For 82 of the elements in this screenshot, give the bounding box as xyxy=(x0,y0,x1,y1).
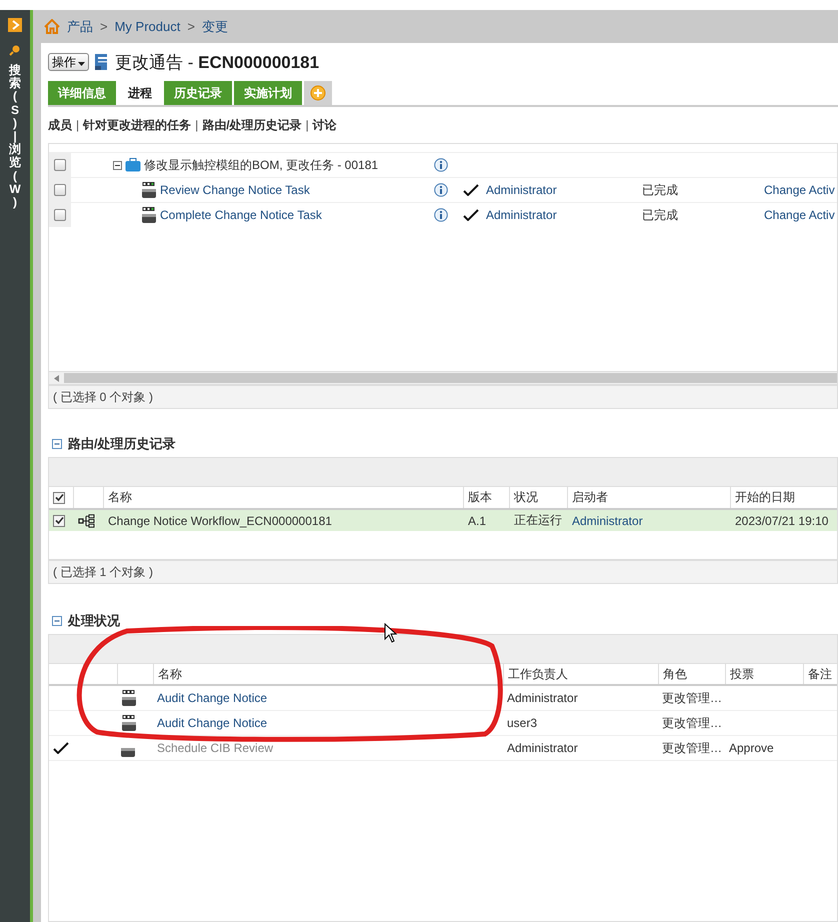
column-header[interactable]: 版本 xyxy=(463,487,509,508)
column-header[interactable]: 投票 xyxy=(725,664,803,684)
task-icon xyxy=(141,206,157,224)
role-cell-text: 更改管理… xyxy=(661,740,723,756)
activity-text: Change Activ xyxy=(764,183,835,197)
breadcrumb-link[interactable]: 变更 xyxy=(202,18,228,36)
task-icon xyxy=(121,690,137,706)
status-text: 已完成 xyxy=(642,182,678,196)
section-link[interactable]: 针对更改进程的任务 xyxy=(83,116,192,134)
mouse-cursor-icon xyxy=(384,623,398,643)
row-checkbox[interactable] xyxy=(54,184,66,196)
selection-count: ( 已选择 0 个对象 ) xyxy=(48,385,838,409)
section-link[interactable]: 路由/处理历史记录 xyxy=(202,116,302,134)
task-icon xyxy=(121,714,137,732)
workflow-name[interactable]: Change Notice Workflow_ECN000000181 xyxy=(103,510,463,531)
status-cell-text: 正在运行 xyxy=(513,512,563,529)
briefcase-icon xyxy=(125,158,141,172)
start-date-cell-text: 2023/07/21 19:10 xyxy=(734,512,830,530)
row-checkbox[interactable] xyxy=(54,209,66,221)
info-icon[interactable] xyxy=(434,183,448,197)
role-cell-text: 更改管理… xyxy=(661,714,723,732)
document-icon xyxy=(94,53,110,71)
link-separator: | xyxy=(306,118,309,132)
collapse-icon[interactable] xyxy=(52,439,62,449)
collapse-icon[interactable] xyxy=(52,616,62,626)
breadcrumb-link[interactable]: 产品 xyxy=(67,18,93,36)
column-header[interactable]: 开始的日期 xyxy=(730,487,837,508)
column-header[interactable]: 名称 xyxy=(153,664,503,684)
status-text: 已完成 xyxy=(642,208,678,222)
breadcrumb-link[interactable]: My Product xyxy=(114,19,180,34)
scroll-left-arrow-icon[interactable] xyxy=(54,374,59,382)
version-cell-text: A.1 xyxy=(467,512,488,530)
task-group-name[interactable]: 修改显示触控模组的BOM, 更改任务 - 00181 xyxy=(144,156,378,174)
tab[interactable]: 详细信息 xyxy=(48,81,116,105)
link-separator: | xyxy=(195,118,198,132)
breadcrumb-separator: > xyxy=(187,19,195,34)
section-title: 路由/处理历史记录 xyxy=(68,435,176,453)
column-header[interactable]: 角色 xyxy=(658,664,725,684)
section-link[interactable]: 讨论 xyxy=(312,116,337,134)
section-title: 处理状况 xyxy=(68,612,120,630)
task-icon xyxy=(141,182,157,198)
initiator-link[interactable]: Administrator xyxy=(567,510,730,531)
actions-button[interactable]: 操作 xyxy=(48,53,89,71)
info-icon[interactable] xyxy=(434,208,448,222)
select-all-checkbox[interactable] xyxy=(53,492,65,504)
column-header[interactable]: 状况 xyxy=(509,487,567,508)
horizontal-scrollbar[interactable] xyxy=(49,371,837,384)
task-link[interactable]: Audit Change Notice xyxy=(153,711,503,735)
add-tab-button[interactable] xyxy=(304,81,332,105)
column-header[interactable]: 工作负责人 xyxy=(503,664,658,684)
workflow-icon xyxy=(78,514,95,528)
tab[interactable]: 历史记录 xyxy=(164,81,232,105)
search-browse-tab[interactable]: 搜索(S) | 浏览(W) xyxy=(9,64,21,210)
task-link[interactable]: Review Change Notice Task xyxy=(160,183,310,197)
assignee-text: Administrator xyxy=(486,183,557,197)
activity-text: Change Activ xyxy=(764,208,835,222)
section-link[interactable]: 成员 xyxy=(48,116,72,134)
task-link[interactable]: Complete Change Notice Task xyxy=(160,208,322,222)
task-link[interactable]: Audit Change Notice xyxy=(153,686,503,710)
assignee-cell-text: Administrator xyxy=(506,740,579,757)
caret-icon xyxy=(78,62,85,66)
plus-icon xyxy=(310,85,326,101)
vote-cell: Approve xyxy=(729,741,774,755)
row-checkbox[interactable] xyxy=(53,514,65,526)
task-icon xyxy=(121,748,135,756)
assignee-text: Administrator xyxy=(486,208,557,222)
tree-toggle[interactable] xyxy=(113,160,122,170)
link-separator: | xyxy=(76,118,80,132)
info-icon[interactable] xyxy=(434,158,448,172)
breadcrumb-separator: > xyxy=(100,19,108,34)
assignee-cell-text: Administrator xyxy=(506,690,579,707)
column-header[interactable]: 备注 xyxy=(803,664,837,684)
tab[interactable]: 实施计划 xyxy=(234,81,302,105)
role-cell-text: 更改管理… xyxy=(661,690,723,706)
task-link[interactable]: Schedule CIB Review xyxy=(153,736,503,760)
column-header[interactable]: 名称 xyxy=(103,487,463,508)
selection-count: ( 已选择 1 个对象 ) xyxy=(48,560,838,584)
row-checkbox[interactable] xyxy=(54,159,66,171)
search-icon[interactable] xyxy=(9,44,21,56)
page-title: 更改通告 - ECN000000181 xyxy=(115,52,320,74)
assignee-cell-text: user3 xyxy=(506,715,538,732)
column-header[interactable]: 启动者 xyxy=(567,487,730,508)
